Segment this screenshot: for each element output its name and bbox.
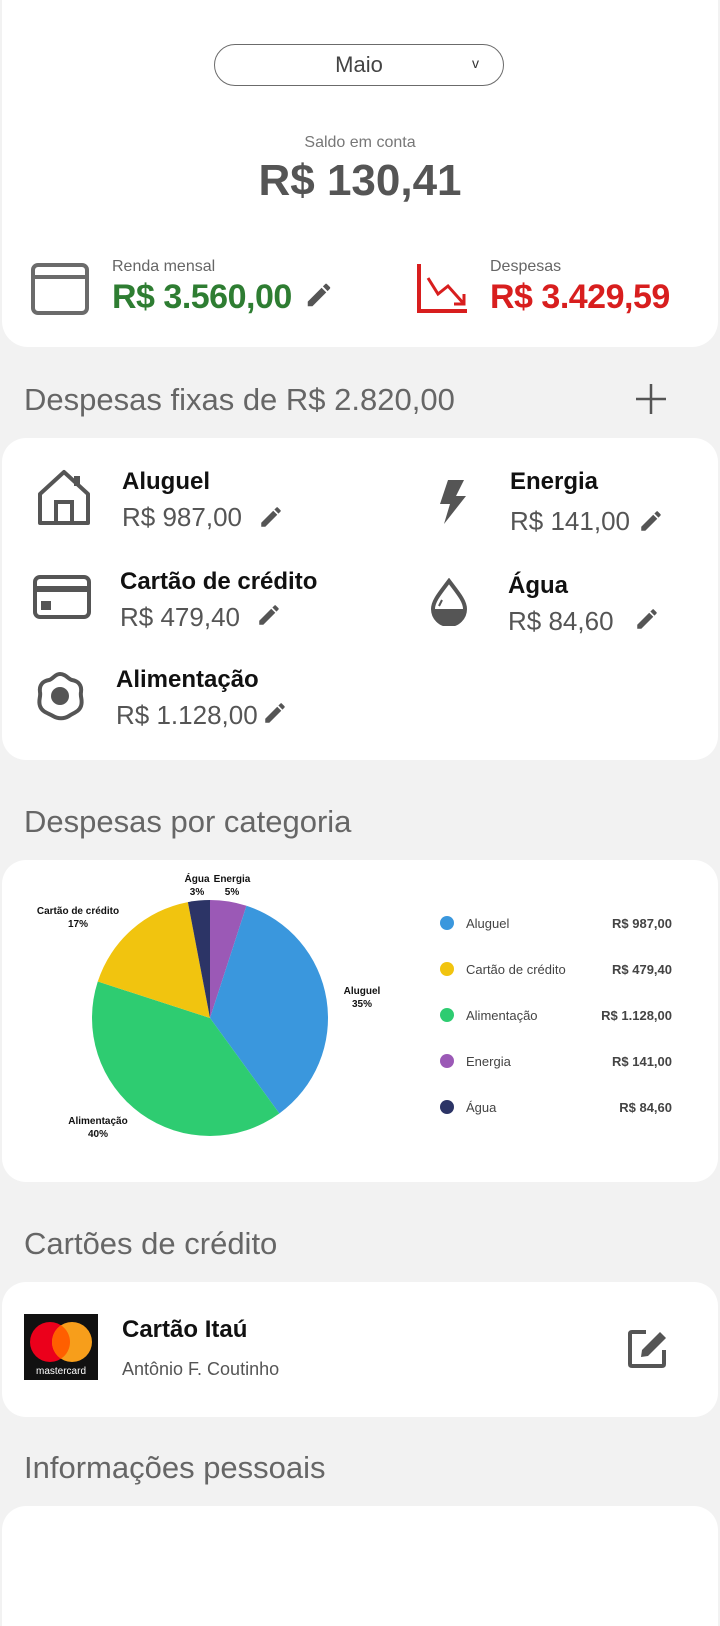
food-icon: [37, 671, 84, 721]
month-select-value: Maio: [335, 52, 383, 77]
pie-label-energia: Energia 5%: [214, 874, 251, 898]
income-label: Renda mensal: [112, 258, 216, 275]
svg-text:mastercard: mastercard: [36, 1366, 86, 1377]
expenses-label: Despesas: [490, 258, 562, 275]
water-drop-icon: [430, 578, 468, 626]
expense-value-agua: R$ 84,60: [508, 606, 614, 636]
credit-card-holder: Antônio F. Coutinho: [122, 1359, 280, 1379]
pie-label-aluguel: Aluguel 35%: [344, 986, 381, 1010]
income-value: R$ 3.560,00: [112, 278, 292, 316]
expense-name-cartao: Cartão de crédito: [120, 568, 318, 595]
personal-info-card: [2, 1506, 718, 1626]
lightning-icon: [440, 480, 466, 524]
expense-value-alimentacao: R$ 1.128,00: [116, 700, 258, 730]
fixed-expenses-title: Despesas fixas de R$ 2.820,00: [24, 382, 455, 417]
legend-name-agua: Água: [466, 1100, 497, 1115]
credit-card-name: Cartão Itaú: [122, 1316, 248, 1343]
edit-aluguel-pencil-icon[interactable]: [258, 504, 284, 530]
expense-value-aluguel: R$ 987,00: [122, 502, 242, 532]
credit-card-item[interactable]: [2, 1282, 718, 1417]
balance-value: R$ 130,41: [258, 156, 462, 205]
expense-value-energia: R$ 141,00: [510, 506, 630, 536]
edit-energia-pencil-icon[interactable]: [638, 508, 664, 534]
legend-name-energia: Energia: [466, 1054, 511, 1069]
category-title: Despesas por categoria: [24, 804, 352, 839]
legend-dot-alimentacao: [440, 1008, 454, 1022]
legend-dot-agua: [440, 1100, 454, 1114]
edit-income-pencil-icon[interactable]: [304, 280, 334, 310]
mastercard-logo: mastercard: [24, 1314, 98, 1380]
expense-name-aluguel: Aluguel: [122, 468, 210, 495]
edit-cartao-pencil-icon[interactable]: [256, 602, 282, 628]
edit-agua-pencil-icon[interactable]: [634, 606, 660, 632]
fixed-expenses-card: [2, 438, 718, 760]
legend-value-energia: R$ 141,00: [612, 1054, 672, 1069]
legend-value-agua: R$ 84,60: [619, 1100, 672, 1115]
trending-down-icon: [417, 264, 467, 313]
expense-name-agua: Água: [508, 572, 568, 599]
month-select[interactable]: Maio v: [214, 44, 504, 86]
edit-alimentacao-pencil-icon[interactable]: [262, 700, 288, 726]
balance-label: Saldo em conta: [304, 134, 416, 151]
legend-value-aluguel: R$ 987,00: [612, 916, 672, 931]
legend-value-alimentacao: R$ 1.128,00: [601, 1008, 672, 1023]
expense-value-cartao: R$ 479,40: [120, 602, 240, 632]
pie-label-alimentao: Alimentação 40%: [68, 1116, 127, 1140]
house-icon: [38, 470, 90, 525]
legend-name-aluguel: Aluguel: [466, 916, 510, 931]
pie-label-cartodecrdito: Cartão de crédito 17%: [37, 906, 119, 930]
legend-dot-aluguel: [440, 916, 454, 930]
edit-card-button[interactable]: [626, 1326, 670, 1370]
legend-dot-energia: [440, 1054, 454, 1068]
personal-info-title: Informações pessoais: [24, 1450, 326, 1485]
legend-name-alimentacao: Alimentação: [466, 1008, 538, 1023]
wallet-icon: [31, 263, 89, 315]
expenses-value: R$ 3.429,59: [490, 278, 670, 316]
category-pie-chart: Energia 5% Aluguel 35% Alimentação 40% Cartão …: [37, 872, 381, 1140]
legend-value-cartao: R$ 479,40: [612, 962, 672, 977]
legend-name-cartao: Cartão de crédito: [466, 962, 566, 977]
add-expense-button[interactable]: [634, 382, 668, 416]
credit-card-icon: [33, 575, 91, 619]
pie-label-gua: Água 3%: [185, 872, 210, 898]
chevron-down-icon: v: [472, 55, 479, 71]
expense-name-energia: Energia: [510, 468, 599, 495]
credit-cards-title: Cartões de crédito: [24, 1226, 278, 1261]
legend-dot-cartao: [440, 962, 454, 976]
expense-name-alimentacao: Alimentação: [116, 666, 259, 693]
